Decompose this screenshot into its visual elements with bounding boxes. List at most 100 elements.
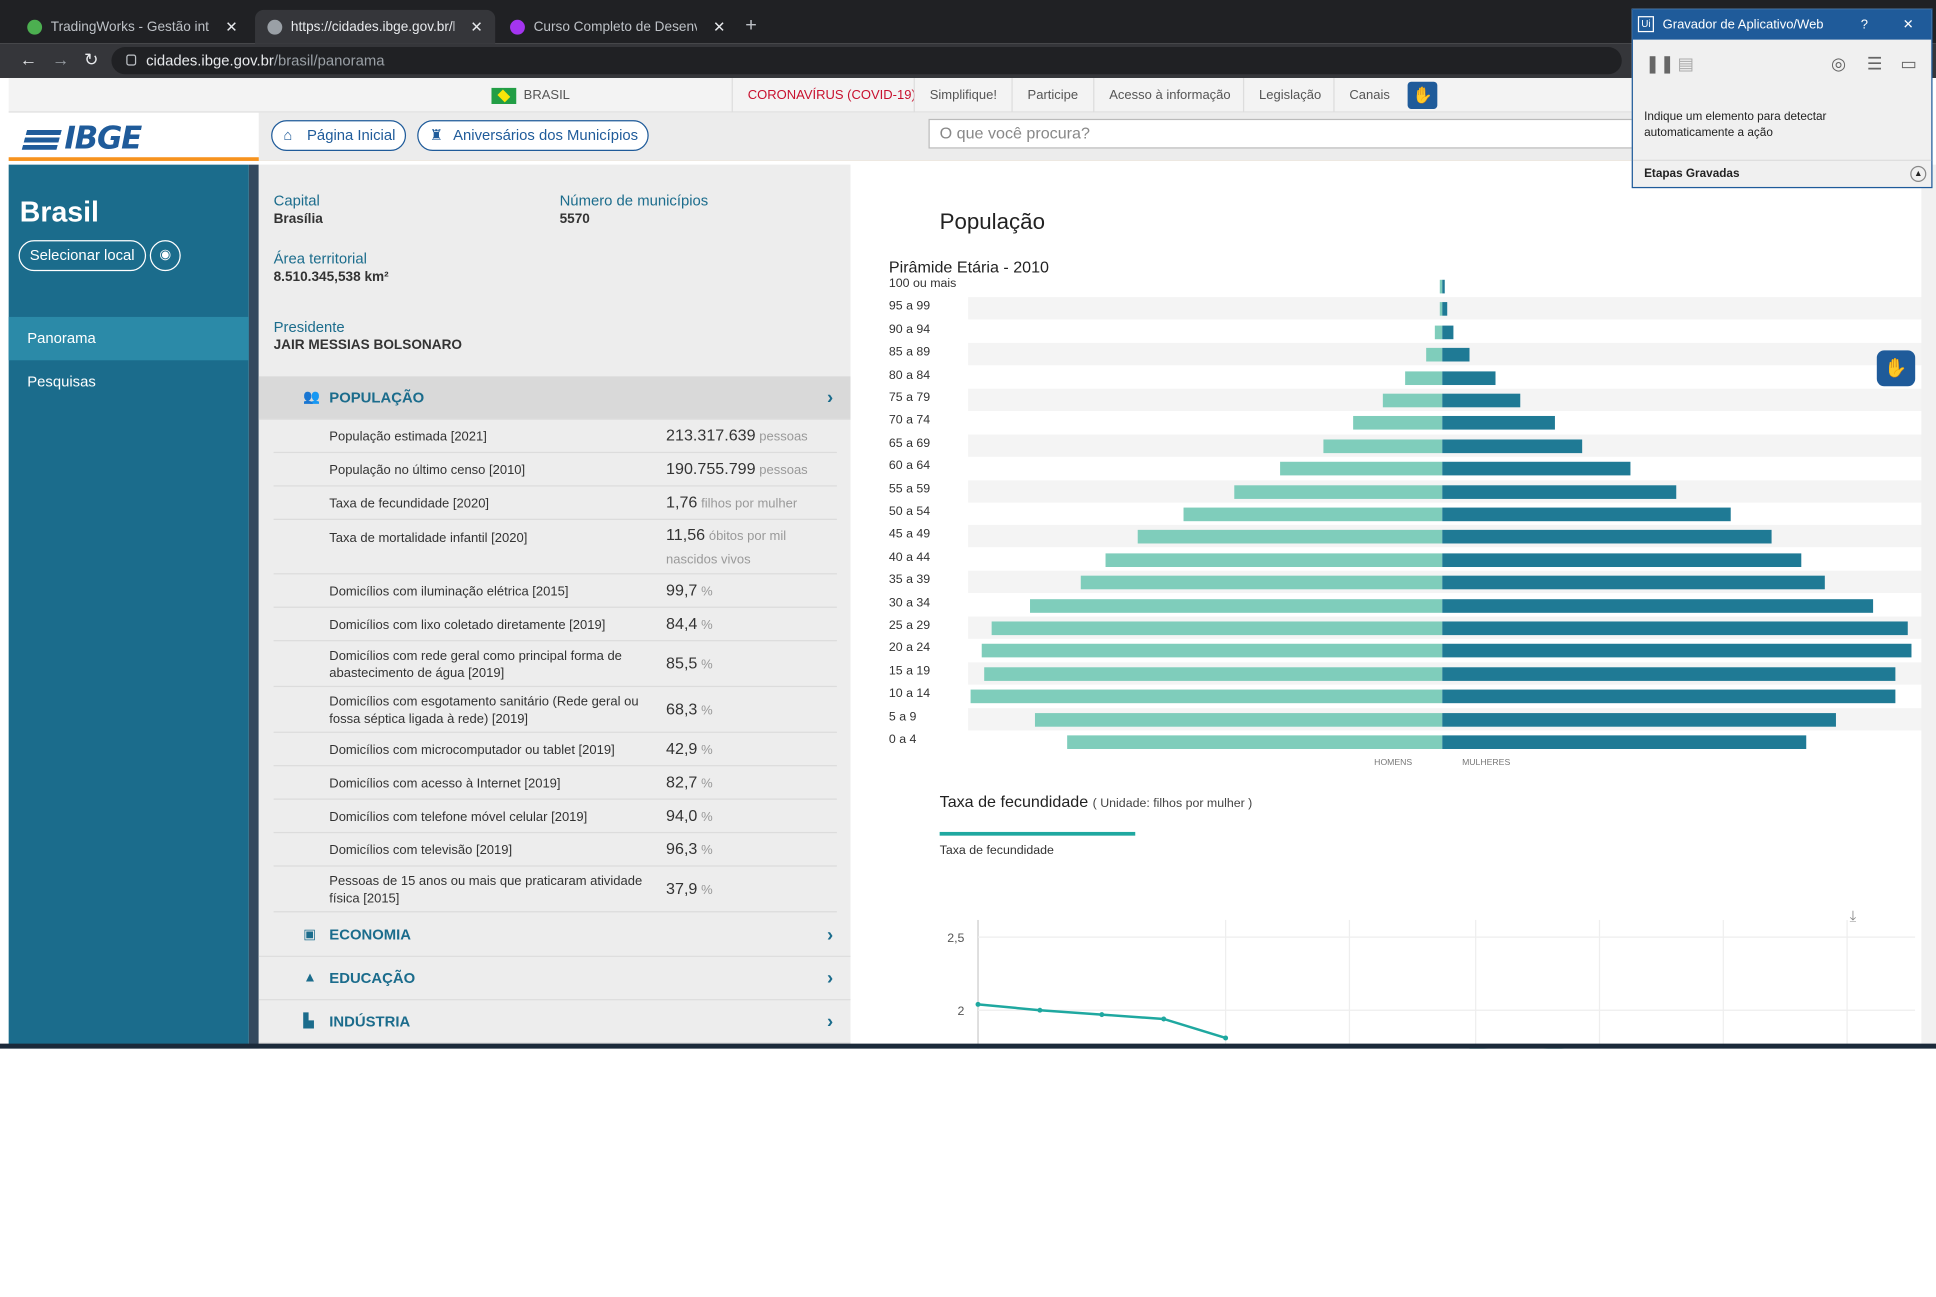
bar-mulheres[interactable] bbox=[1442, 325, 1454, 339]
bar-homens[interactable] bbox=[981, 644, 1443, 658]
target-icon[interactable]: ◎ bbox=[1831, 53, 1846, 74]
bar-homens[interactable] bbox=[984, 667, 1443, 681]
bar-mulheres[interactable] bbox=[1442, 575, 1825, 590]
select-location-button[interactable]: Selecionar local bbox=[18, 240, 146, 272]
indicator-row: Pessoas de 15 anos ou mais que praticara… bbox=[273, 867, 837, 913]
bar-homens[interactable] bbox=[1233, 484, 1443, 499]
sign-language-icon[interactable]: ✋ bbox=[1407, 81, 1438, 109]
bar-mulheres[interactable] bbox=[1442, 484, 1676, 499]
chevron-up-icon[interactable]: ▲ bbox=[1910, 165, 1927, 182]
bar-mulheres[interactable] bbox=[1442, 621, 1908, 636]
category-economia[interactable]: ▣ ECONOMIA › bbox=[258, 914, 851, 957]
gov-link-acesso[interactable]: Acesso à informação bbox=[1093, 77, 1245, 113]
sidebar-item-pesquisas[interactable]: Pesquisas bbox=[9, 360, 249, 403]
bar-homens[interactable] bbox=[1323, 439, 1443, 453]
chevron-right-icon: › bbox=[826, 924, 834, 946]
reload-icon[interactable]: ↻ bbox=[84, 50, 99, 71]
bar-mulheres[interactable] bbox=[1442, 439, 1582, 453]
bar-mulheres[interactable] bbox=[1442, 553, 1802, 567]
back-icon[interactable]: ← bbox=[20, 50, 37, 70]
gov-country[interactable]: BRASIL bbox=[477, 78, 585, 113]
sidebar: Brasil Selecionar local ◉ Panorama Pesqu… bbox=[8, 164, 249, 1049]
fecundity-point[interactable] bbox=[1037, 1007, 1043, 1013]
close-icon[interactable]: ✕ bbox=[1903, 10, 1914, 40]
bar-mulheres[interactable] bbox=[1442, 667, 1896, 681]
bar-mulheres[interactable] bbox=[1442, 530, 1773, 544]
bar-mulheres[interactable] bbox=[1442, 348, 1470, 362]
bar-homens[interactable] bbox=[1279, 462, 1443, 476]
bar-homens[interactable] bbox=[1034, 712, 1443, 727]
gov-link-simplifique[interactable]: Simplifique! bbox=[913, 77, 1012, 113]
fecundity-point[interactable] bbox=[1161, 1016, 1167, 1022]
bar-mulheres[interactable] bbox=[1442, 302, 1447, 317]
screenshot-icon[interactable]: ▭ bbox=[1900, 53, 1916, 74]
browser-tab[interactable]: TradingWorks - Gestão inteligente ✕ bbox=[15, 10, 250, 43]
close-tab-icon[interactable]: ✕ bbox=[225, 18, 237, 35]
save-icon[interactable]: ▤ bbox=[1677, 53, 1693, 74]
bar-homens[interactable] bbox=[1137, 530, 1443, 544]
bar-homens[interactable] bbox=[970, 689, 1443, 704]
gov-link-legislacao[interactable]: Legislação bbox=[1242, 77, 1336, 113]
bar-homens[interactable] bbox=[1426, 348, 1443, 362]
browser-tab-active[interactable]: https://cidades.ibge.gov.br/brasil ✕ bbox=[255, 9, 496, 44]
bar-mulheres[interactable] bbox=[1442, 393, 1521, 408]
fecundity-point[interactable] bbox=[1099, 1012, 1105, 1018]
pause-icon[interactable]: ❚❚ bbox=[1645, 53, 1674, 74]
anniversary-button[interactable]: ♜ Aniversários dos Municípios bbox=[417, 120, 650, 152]
age-label: 80 a 84 bbox=[888, 368, 931, 383]
bar-homens[interactable] bbox=[1405, 370, 1443, 385]
url-input[interactable]: cidades.ibge.gov.br/brasil/panorama bbox=[111, 47, 1622, 75]
category-populacao[interactable]: 👥 POPULAÇÃO › bbox=[258, 376, 851, 420]
sidebar-item-panorama[interactable]: Panorama bbox=[8, 316, 249, 361]
close-tab-icon[interactable]: ✕ bbox=[470, 18, 482, 35]
indicator-row: Domicílios com telefone móvel celular [2… bbox=[273, 800, 837, 834]
help-icon[interactable]: ? bbox=[1861, 10, 1868, 40]
bar-mulheres[interactable] bbox=[1442, 507, 1731, 522]
gov-link-participe[interactable]: Participe bbox=[1011, 77, 1093, 113]
fecundity-line-chart: 2,52 bbox=[947, 919, 1916, 1049]
accessibility-hand-icon[interactable]: ✋ bbox=[1876, 350, 1916, 387]
bar-mulheres[interactable] bbox=[1442, 712, 1837, 727]
age-label: 55 a 59 bbox=[888, 482, 931, 496]
bar-mulheres[interactable] bbox=[1442, 735, 1807, 749]
indicator-value: 213.317.639 pessoas bbox=[666, 426, 808, 445]
bar-homens[interactable] bbox=[1066, 735, 1443, 749]
bar-mulheres[interactable] bbox=[1442, 279, 1445, 294]
forward-icon[interactable]: → bbox=[52, 50, 69, 70]
bar-homens[interactable] bbox=[1352, 416, 1443, 431]
browser-tab[interactable]: Curso Completo de Desenvolvedor ✕ bbox=[498, 10, 738, 43]
ibge-logo[interactable]: IBGE bbox=[21, 120, 142, 156]
bar-mulheres[interactable] bbox=[1442, 462, 1631, 476]
fecundity-tab[interactable]: Taxa de fecundidade bbox=[940, 844, 1054, 858]
indicator-number: 82,7 bbox=[666, 772, 698, 792]
bar-mulheres[interactable] bbox=[1442, 689, 1896, 704]
recorded-steps-header[interactable]: Etapas Gravadas ▲ bbox=[1632, 159, 1932, 187]
map-pin-icon[interactable]: ◉ bbox=[149, 240, 181, 272]
bar-homens[interactable] bbox=[1183, 507, 1443, 522]
indicator-unit: % bbox=[701, 617, 713, 633]
fecundity-point[interactable] bbox=[975, 1001, 981, 1007]
new-tab-icon[interactable]: + bbox=[745, 15, 757, 37]
bar-mulheres[interactable] bbox=[1442, 416, 1555, 431]
bar-mulheres[interactable] bbox=[1442, 598, 1873, 613]
gov-link-covid[interactable]: CORONAVÍRUS (COVID-19) bbox=[731, 77, 931, 113]
category-educacao[interactable]: ▲ EDUCAÇÃO › bbox=[258, 957, 851, 1001]
bar-homens[interactable] bbox=[1030, 598, 1443, 613]
bar-homens[interactable] bbox=[1435, 325, 1443, 339]
bar-homens[interactable] bbox=[1105, 553, 1443, 567]
bar-mulheres[interactable] bbox=[1442, 370, 1495, 385]
close-tab-icon[interactable]: ✕ bbox=[713, 18, 725, 35]
bar-homens[interactable] bbox=[991, 621, 1443, 636]
bar-mulheres[interactable] bbox=[1442, 644, 1912, 658]
category-industria[interactable]: ▙ INDÚSTRIA › bbox=[258, 1000, 851, 1044]
scrollbar[interactable] bbox=[1921, 164, 1936, 1049]
indicator-unit: % bbox=[701, 809, 713, 825]
list-icon[interactable]: ☰ bbox=[1867, 53, 1883, 74]
fecundity-point[interactable] bbox=[1223, 1035, 1229, 1041]
indicator-number: 42,9 bbox=[666, 739, 698, 758]
bar-homens[interactable] bbox=[1382, 393, 1443, 408]
gov-link-canais[interactable]: Canais bbox=[1333, 77, 1404, 113]
home-button[interactable]: ⌂ Página Inicial bbox=[271, 120, 407, 152]
bar-homens[interactable] bbox=[1080, 575, 1443, 590]
capital-value: Brasília bbox=[273, 211, 323, 227]
